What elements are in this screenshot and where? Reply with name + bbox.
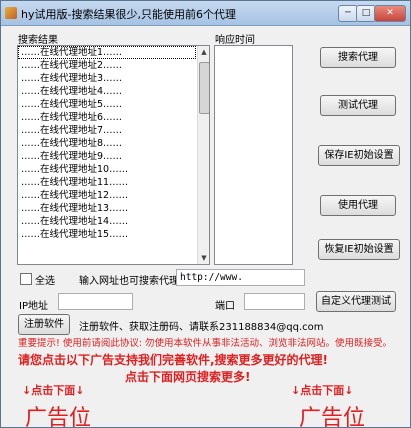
response-time-label: 响应时间	[215, 35, 255, 46]
promo-line-2[interactable]: 点击下面网页搜索更多!	[125, 368, 250, 385]
scroll-down-arrow-icon[interactable]: ▼	[198, 252, 209, 264]
ad-left-slot[interactable]: 广告位	[25, 400, 91, 427]
search-proxy-button[interactable]: 搜索代理	[320, 47, 396, 68]
vertical-scrollbar[interactable]: ▲ ▼	[197, 46, 209, 264]
ad-right-title: ↓点击下面↓	[291, 384, 354, 397]
ad-right-slot[interactable]: 广告位	[299, 400, 365, 427]
proxy-list-item[interactable]: ……在线代理地址15……	[18, 228, 196, 241]
custom-proxy-test-button[interactable]: 自定义代理测试	[316, 291, 396, 312]
maximize-button[interactable]: □	[356, 5, 376, 22]
proxy-list-item[interactable]: ……在线代理地址1……	[18, 46, 196, 59]
app-window: hy试用版-搜索结果很少,只能使用前6个代理 ─ □ ✕ 搜索结果 响应时间 ……	[0, 0, 411, 428]
proxy-list-item[interactable]: ……在线代理地址2……	[18, 59, 196, 72]
test-proxy-button[interactable]: 测试代理	[320, 95, 396, 116]
proxy-list-items: ……在线代理地址1…… ……在线代理地址2…… ……在线代理地址3…… ……在线代理地…	[18, 46, 196, 241]
select-all-checkbox[interactable]	[20, 273, 32, 285]
scroll-up-arrow-icon[interactable]: ▲	[198, 46, 209, 58]
title-bar[interactable]: hy试用版-搜索结果很少,只能使用前6个代理 ─ □ ✕	[1, 1, 410, 26]
ip-label: IP地址	[19, 301, 48, 312]
url-hint-label: 输入网址也可搜索代理:	[79, 276, 183, 287]
proxy-list-item[interactable]: ……在线代理地址6……	[18, 111, 196, 124]
register-info-text: 注册软件、获取注册码、请联系231188834@qq.com	[79, 322, 324, 333]
app-icon	[5, 7, 17, 19]
response-time-list[interactable]	[214, 45, 293, 265]
search-results-label: 搜索结果	[18, 35, 58, 46]
close-button[interactable]: ✕	[374, 5, 406, 22]
port-input[interactable]	[244, 293, 305, 310]
port-label: 端口	[215, 301, 235, 312]
proxy-list-item[interactable]: ……在线代理地址7……	[18, 124, 196, 137]
minimize-button[interactable]: ─	[338, 5, 358, 22]
important-notice: 重要提示! 使用前请阅此协议: 勿使用本软件从事非法活动、浏览非法网站。使用既接…	[18, 338, 393, 349]
ad-left-title: ↓点击下面↓	[22, 384, 85, 397]
proxy-listbox[interactable]: ……在线代理地址1…… ……在线代理地址2…… ……在线代理地址3…… ……在线代理地…	[17, 45, 210, 265]
proxy-list-item[interactable]: ……在线代理地址9……	[18, 150, 196, 163]
window-title: hy试用版-搜索结果很少,只能使用前6个代理	[21, 8, 236, 21]
use-proxy-button[interactable]: 使用代理	[320, 195, 396, 216]
proxy-list-item[interactable]: ……在线代理地址4……	[18, 85, 196, 98]
proxy-list-item[interactable]: ……在线代理地址10……	[18, 163, 196, 176]
ip-input[interactable]	[58, 293, 133, 310]
select-all-label: 全选	[35, 276, 55, 287]
proxy-list-item[interactable]: ……在线代理地址8……	[18, 137, 196, 150]
proxy-list-item[interactable]: ……在线代理地址11……	[18, 176, 196, 189]
proxy-list-item[interactable]: ……在线代理地址3……	[18, 72, 196, 85]
proxy-list-item[interactable]: ……在线代理地址13……	[18, 202, 196, 215]
save-ie-settings-button[interactable]: 保存IE初始设置	[318, 145, 400, 166]
proxy-list-item[interactable]: ……在线代理地址5……	[18, 98, 196, 111]
register-button[interactable]: 注册软件	[18, 314, 70, 335]
proxy-list-item[interactable]: ……在线代理地址14……	[18, 215, 196, 228]
proxy-list-item[interactable]: ……在线代理地址12……	[18, 189, 196, 202]
restore-ie-settings-button[interactable]: 恢复IE初始设置	[318, 239, 400, 260]
scroll-thumb[interactable]	[199, 62, 209, 114]
promo-line-1: 请您点击以下广告支持我们完善软件,搜索更多更好的代理!	[18, 353, 329, 367]
url-input[interactable]: http://www.	[176, 269, 305, 286]
